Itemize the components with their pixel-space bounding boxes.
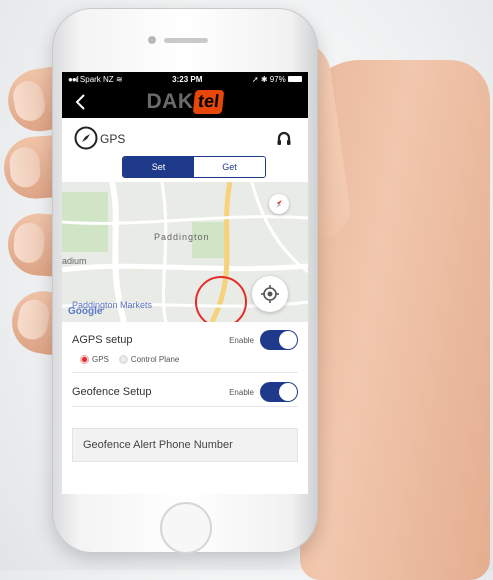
fingernail — [10, 78, 48, 124]
geofence-alert-phone-field[interactable]: Geofence Alert Phone Number — [72, 428, 298, 462]
fingernail — [12, 221, 46, 264]
geofence-setup-label: Geofence Setup — [72, 386, 152, 398]
divider — [72, 372, 298, 373]
gps-title: GPS — [100, 132, 126, 146]
daktel-logo: DAK tel — [146, 90, 225, 114]
agps-setup-row: AGPS setup Enable — [72, 326, 298, 354]
bluetooth-icon: ✱ — [260, 74, 268, 84]
agps-enable-label: Enable — [229, 335, 254, 345]
geofence-marker-circle — [195, 276, 247, 322]
radio-control-plane[interactable]: Control Plane — [118, 355, 180, 364]
app-header: DAK tel — [62, 86, 308, 118]
google-logo: Google — [68, 306, 103, 317]
battery-area: ➚ ✱ 97% — [252, 75, 302, 84]
signal-carrier: ●●ıl Spark NZ ≋ — [68, 75, 123, 84]
back-icon[interactable] — [72, 92, 90, 112]
carrier-label: Spark NZ — [79, 74, 114, 84]
set-get-toggle: Set Get — [122, 156, 266, 178]
crosshair-icon — [261, 285, 279, 303]
agps-setup-label: AGPS setup — [72, 334, 133, 346]
agps-enable-group: Enable — [229, 330, 298, 350]
fingernail — [8, 146, 42, 189]
status-bar: ●●ıl Spark NZ ≋ 3:23 PM ➚ ✱ 97% — [62, 72, 308, 86]
radio-dot — [118, 355, 128, 364]
phone-screen: ●●ıl Spark NZ ≋ 3:23 PM ➚ ✱ 97% DAK tel — [62, 72, 308, 494]
gps-header: GPS — [62, 118, 308, 154]
radio-dot-selected — [80, 355, 89, 364]
my-location-button[interactable] — [252, 276, 288, 312]
front-camera — [148, 36, 156, 44]
radio-gps[interactable]: GPS — [80, 355, 109, 364]
location-icon: ➚ — [251, 74, 259, 84]
set-tab[interactable]: Set — [123, 157, 194, 177]
signal-icon: ●●ıl — [68, 74, 79, 84]
map-compass-icon[interactable] — [269, 194, 289, 214]
logo-text-tel: tel — [193, 90, 225, 114]
get-tab[interactable]: Get — [194, 157, 265, 177]
battery-icon — [288, 76, 302, 83]
agps-enable-toggle[interactable] — [260, 330, 298, 350]
geofence-enable-group: Enable — [229, 382, 298, 402]
map-label-paddington: Paddington — [154, 232, 210, 242]
radio-control-plane-label: Control Plane — [130, 355, 180, 364]
app-content: GPS Set Get Paddington adium Paddington … — [62, 118, 308, 494]
earpiece — [164, 38, 208, 43]
map-label-stadium: adium — [62, 256, 87, 266]
phone-device: ●●ıl Spark NZ ≋ 3:23 PM ➚ ✱ 97% DAK tel — [52, 8, 318, 554]
status-time: 3:23 PM — [172, 74, 203, 84]
agps-mode-options: GPS Control Plane — [80, 355, 179, 364]
fingernail — [15, 297, 52, 342]
toggle-knob — [279, 383, 297, 401]
compass-icon — [74, 126, 98, 150]
map-view[interactable]: Paddington adium Paddington Markets Goog… — [62, 182, 308, 322]
toggle-knob — [279, 331, 297, 349]
radio-gps-label: GPS — [92, 355, 109, 364]
headset-icon[interactable] — [276, 130, 292, 146]
geofence-setup-row: Geofence Setup Enable — [72, 378, 298, 407]
battery-label: 97% — [269, 74, 286, 84]
wifi-icon: ≋ — [115, 74, 123, 84]
geofence-enable-label: Enable — [229, 387, 254, 397]
geofence-enable-toggle[interactable] — [260, 382, 298, 402]
logo-text-dak: DAK — [146, 90, 194, 113]
home-button[interactable] — [160, 502, 212, 554]
